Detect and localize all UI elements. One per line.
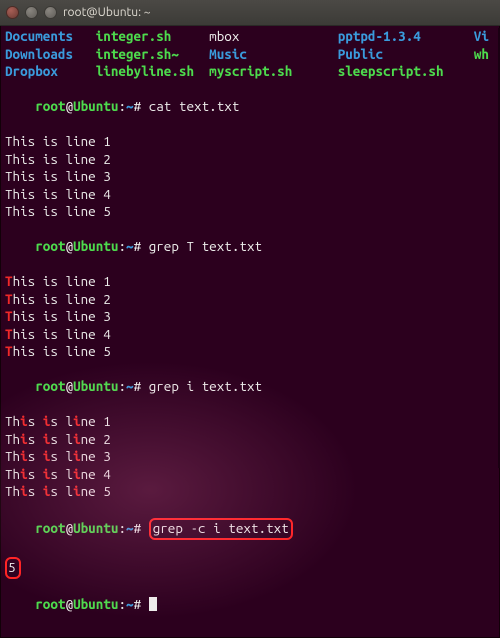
grep-match: i — [20, 413, 28, 429]
command-text: cat text.txt — [149, 98, 240, 114]
ls-entry: wh — [474, 46, 489, 62]
grep-match: i — [43, 431, 51, 447]
prompt-line: root@Ubuntu:~# grep -c i text.txt — [5, 501, 495, 558]
grep-match: i — [20, 483, 28, 499]
ls-entry: linebyline.sh — [96, 63, 194, 79]
highlight-box-command: grep -c i text.txt — [149, 518, 293, 540]
grep-match: i — [20, 448, 28, 464]
prompt-line: root@Ubuntu:~# cat text.txt — [5, 81, 495, 134]
grep-match: i — [73, 448, 81, 464]
ls-entry: pptpd-1.3.4 — [338, 28, 421, 44]
grep-match: T — [5, 308, 13, 324]
ls-entry: integer.sh — [96, 28, 172, 44]
window-title: root@Ubuntu: ~ — [63, 6, 151, 19]
output-line: This is line 3 — [5, 308, 495, 326]
output-line: This is line 4 — [5, 326, 495, 344]
ls-entry: Vi — [474, 28, 489, 44]
output-line: This is line 3 — [5, 448, 495, 466]
prompt-line: root@Ubuntu:~# grep T text.txt — [5, 221, 495, 274]
cursor-icon — [149, 597, 157, 611]
ls-entry: Documents — [5, 28, 73, 44]
grep-match: i — [43, 413, 51, 429]
prompt-line[interactable]: root@Ubuntu:~# — [5, 579, 495, 632]
grep-match: i — [43, 483, 51, 499]
output-line: This is line 3 — [5, 168, 495, 186]
grep-match: i — [73, 431, 81, 447]
command-text: grep T text.txt — [149, 238, 262, 254]
close-icon[interactable] — [6, 6, 19, 19]
grep-match: T — [5, 273, 13, 289]
output-line: This is line 1 — [5, 273, 495, 291]
ls-row: Downloads integer.sh~ Music Public wh — [5, 46, 495, 64]
grep-match: i — [73, 483, 81, 499]
grep-match: T — [5, 343, 13, 359]
output-line: This is line 4 — [5, 186, 495, 204]
ls-entry: integer.sh~ — [96, 46, 179, 62]
output-line: This is line 4 — [5, 466, 495, 484]
ls-row: Dropbox linebyline.sh myscript.sh sleeps… — [5, 63, 495, 81]
grep-match: i — [43, 448, 51, 464]
grep-match: i — [43, 466, 51, 482]
minimize-icon[interactable] — [25, 6, 38, 19]
ls-entry: Public — [338, 46, 383, 62]
ls-entry: Dropbox — [5, 63, 58, 79]
maximize-icon[interactable] — [44, 6, 57, 19]
output-line: This is line 1 — [5, 133, 495, 151]
output-line: This is line 5 — [5, 343, 495, 361]
output-line: This is line 5 — [5, 483, 495, 501]
grep-match: i — [20, 466, 28, 482]
ls-entry: mbox — [209, 28, 239, 44]
ls-entry: Music — [209, 46, 247, 62]
output-line: This is line 1 — [5, 413, 495, 431]
output-line: This is line 5 — [5, 203, 495, 221]
ls-entry: sleepscript.sh — [338, 63, 444, 79]
terminal[interactable]: Documents integer.sh mbox pptpd-1.3.4 Vi… — [0, 26, 500, 638]
output-line: This is line 2 — [5, 151, 495, 169]
prompt-line: root@Ubuntu:~# grep i text.txt — [5, 361, 495, 414]
output-line: 5 — [5, 557, 495, 579]
window-titlebar[interactable]: root@Ubuntu: ~ — [0, 0, 500, 26]
ls-row: Documents integer.sh mbox pptpd-1.3.4 Vi — [5, 28, 495, 46]
output-line: This is line 2 — [5, 291, 495, 309]
highlight-box-output: 5 — [5, 557, 21, 579]
grep-match: T — [5, 326, 13, 342]
command-text: grep i text.txt — [149, 378, 262, 394]
ls-entry: myscript.sh — [209, 63, 292, 79]
grep-match: i — [73, 466, 81, 482]
grep-match: T — [5, 291, 13, 307]
grep-match: i — [20, 431, 28, 447]
ls-entry: Downloads — [5, 46, 73, 62]
grep-match: i — [73, 413, 81, 429]
output-line: This is line 2 — [5, 431, 495, 449]
command-text: grep -c i text.txt — [153, 520, 289, 536]
